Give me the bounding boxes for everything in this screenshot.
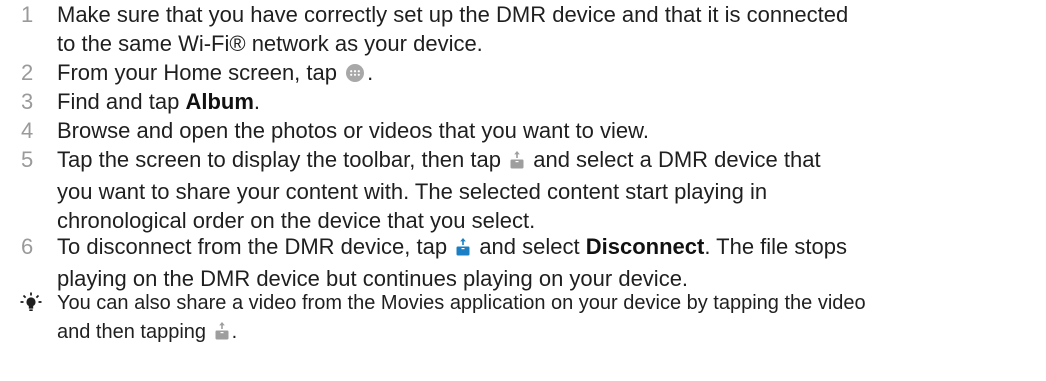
album-app-label: Album	[185, 89, 254, 114]
step-number: 5	[21, 147, 34, 172]
step-text: . The file stops	[704, 234, 847, 259]
step-text-line: Tap the screen to display the toolbar, t…	[57, 145, 1046, 177]
step-text: From your Home screen, tap	[57, 60, 337, 85]
disconnect-label: Disconnect	[585, 234, 705, 259]
step-number: 3	[21, 89, 34, 114]
step-text: and select a DMR device that	[533, 147, 821, 172]
step-text-line: you want to share your content with. The…	[57, 179, 768, 204]
step-text: Browse and open the photos or videos tha…	[57, 118, 649, 143]
app-grid-icon	[345, 61, 365, 90]
lightbulb-tip-icon	[20, 292, 42, 319]
step-3: 3 Find and tap Album.	[0, 87, 1046, 116]
step-2: 2 From your Home screen, tap .	[0, 58, 1046, 90]
step-text-line: chronological order on the device that y…	[57, 208, 536, 233]
step-5: 5 Tap the screen to display the toolbar,…	[0, 145, 1046, 235]
step-6: 6 To disconnect from the DMR device, tap…	[0, 232, 1046, 293]
step-number: 6	[21, 234, 34, 259]
step-text-line: Make sure that you have correctly set up…	[57, 2, 849, 27]
step-text: and select	[479, 234, 586, 259]
step-text-line: to the same Wi-Fi® network as your devic…	[57, 31, 483, 56]
share-device-active-icon	[455, 235, 471, 264]
tip-text-line: You can also share a video from the Movi…	[57, 292, 866, 314]
step-text: To disconnect from the DMR device, tap	[57, 234, 448, 259]
step-text: Find and tap	[57, 89, 186, 114]
tip-text-part: .	[231, 321, 238, 343]
step-1: 1 Make sure that you have correctly set …	[0, 0, 1046, 58]
step-text-line: To disconnect from the DMR device, tap a…	[57, 232, 1046, 264]
step-text: .	[367, 60, 374, 85]
step-text: .	[253, 89, 261, 114]
step-text: Tap the screen to display the toolbar, t…	[57, 147, 501, 172]
share-device-icon	[509, 148, 525, 177]
tip-text-line: and then tapping .	[57, 318, 1042, 350]
step-4: 4 Browse and open the photos or videos t…	[0, 116, 1046, 145]
step-number: 2	[21, 60, 34, 85]
tip-text-part: and then tapping	[57, 321, 207, 343]
step-number: 4	[21, 118, 34, 143]
step-number: 1	[21, 2, 34, 27]
share-device-icon	[214, 321, 230, 350]
tip-text: You can also share a video from the Movi…	[57, 289, 1042, 350]
